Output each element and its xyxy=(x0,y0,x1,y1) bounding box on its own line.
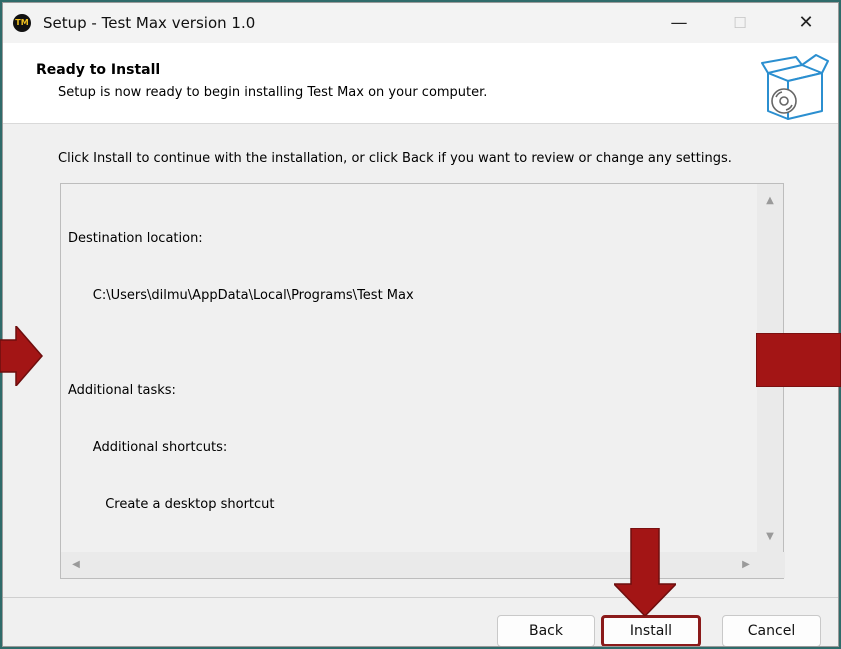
minimize-button[interactable]: — xyxy=(649,3,709,43)
close-button[interactable]: ✕ xyxy=(776,3,836,43)
memo-line: Additional shortcuts: xyxy=(68,440,228,455)
title-bar[interactable]: TM Setup - Test Max version 1.0 — ☐ ✕ xyxy=(3,3,838,43)
maximize-button[interactable]: ☐ xyxy=(710,3,770,43)
memo-line: Additional tasks: xyxy=(68,383,176,398)
window-title: Setup - Test Max version 1.0 xyxy=(43,14,256,32)
app-icon: TM xyxy=(13,14,31,32)
wizard-header: Ready to Install Setup is now ready to b… xyxy=(3,43,838,123)
memo-line: Create a desktop shortcut xyxy=(68,497,275,512)
memo-line: C:\Users\dilmu\AppData\Local\Programs\Te… xyxy=(68,288,414,303)
cancel-button[interactable]: Cancel xyxy=(722,615,821,646)
horizontal-scrollbar[interactable]: ◀ ▶ xyxy=(61,552,785,578)
memo-line: Destination location: xyxy=(68,231,203,246)
scroll-left-arrow-icon[interactable]: ◀ xyxy=(63,552,89,578)
instructions-text: Click Install to continue with the insta… xyxy=(58,151,732,166)
page-title: Ready to Install xyxy=(36,62,161,78)
memo-text: Destination location: C:\Users\dilmu\App… xyxy=(68,191,414,552)
back-button[interactable]: Back xyxy=(497,615,595,646)
scroll-up-arrow-icon[interactable]: ▲ xyxy=(757,188,783,214)
header-divider xyxy=(3,123,838,124)
left-arrow-annotation-icon xyxy=(0,326,43,386)
ready-memo[interactable]: Destination location: C:\Users\dilmu\App… xyxy=(60,183,785,579)
scroll-down-arrow-icon[interactable]: ▼ xyxy=(757,524,783,550)
down-arrow-annotation-icon xyxy=(614,528,676,616)
right-bar-annotation-icon xyxy=(756,333,841,387)
install-box-icon xyxy=(761,54,829,120)
setup-window: TM Setup - Test Max version 1.0 — ☐ ✕ Re… xyxy=(2,2,839,647)
footer-divider xyxy=(3,597,838,598)
page-subtitle: Setup is now ready to begin installing T… xyxy=(58,85,488,100)
scroll-right-arrow-icon[interactable]: ▶ xyxy=(733,552,759,578)
install-button[interactable]: Install xyxy=(601,615,701,646)
